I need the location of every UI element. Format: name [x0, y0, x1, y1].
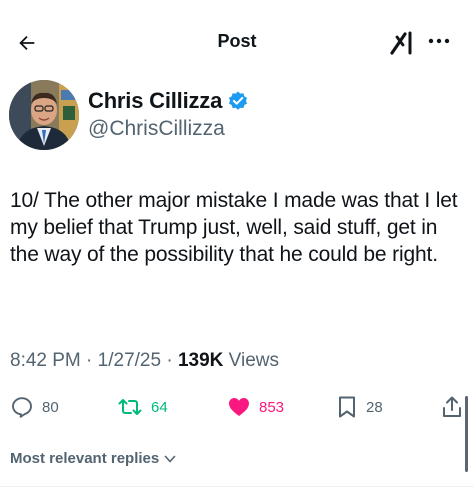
chevron-down-icon: [164, 455, 176, 462]
repost-button[interactable]: 64: [117, 393, 168, 421]
scrollbar[interactable]: [465, 396, 468, 472]
views-label: Views: [228, 350, 279, 371]
bookmark-icon: [339, 396, 355, 418]
bookmark-count: 28: [366, 398, 383, 416]
bookmark-button[interactable]: 28: [336, 393, 383, 421]
verified-badge-icon: [229, 91, 248, 110]
grok-icon: [390, 31, 412, 55]
repost-icon: [118, 399, 142, 415]
repost-count: 64: [151, 398, 168, 416]
meta-separator: ·: [86, 350, 93, 371]
grok-button[interactable]: [388, 28, 418, 58]
divider: [0, 486, 474, 487]
author-name[interactable]: Chris Cillizza: [88, 88, 249, 114]
action-bar: 80 64 853 28: [0, 393, 474, 423]
post-text: 10/ The other major mistake I made was t…: [10, 189, 458, 266]
profile-photo: [9, 80, 79, 150]
reply-count: 80: [42, 398, 59, 416]
reply-button[interactable]: 80: [10, 393, 59, 421]
more-horizontal-icon: [428, 38, 450, 44]
post-time[interactable]: 8:42 PM: [10, 350, 81, 371]
top-bar: Post: [0, 0, 474, 84]
author-handle[interactable]: @ChrisCillizza: [88, 117, 225, 141]
replies-sort-dropdown[interactable]: Most relevant replies: [10, 450, 177, 467]
avatar[interactable]: [9, 80, 79, 150]
author-display-name: Chris Cillizza: [88, 88, 223, 113]
more-button[interactable]: [426, 28, 452, 54]
replies-sort-label: Most relevant replies: [10, 450, 160, 467]
meta-separator: ·: [166, 350, 173, 371]
share-button[interactable]: [441, 393, 463, 421]
views-count: 139K: [177, 350, 224, 371]
reply-icon: [12, 397, 32, 418]
share-icon: [443, 396, 461, 417]
like-count: 853: [259, 398, 285, 416]
post-date[interactable]: 1/27/25: [98, 350, 161, 371]
like-button[interactable]: 853: [227, 393, 284, 421]
post-meta: 8:42 PM · 1/27/25 · 139K Views: [10, 350, 279, 372]
heart-icon: [229, 398, 249, 416]
